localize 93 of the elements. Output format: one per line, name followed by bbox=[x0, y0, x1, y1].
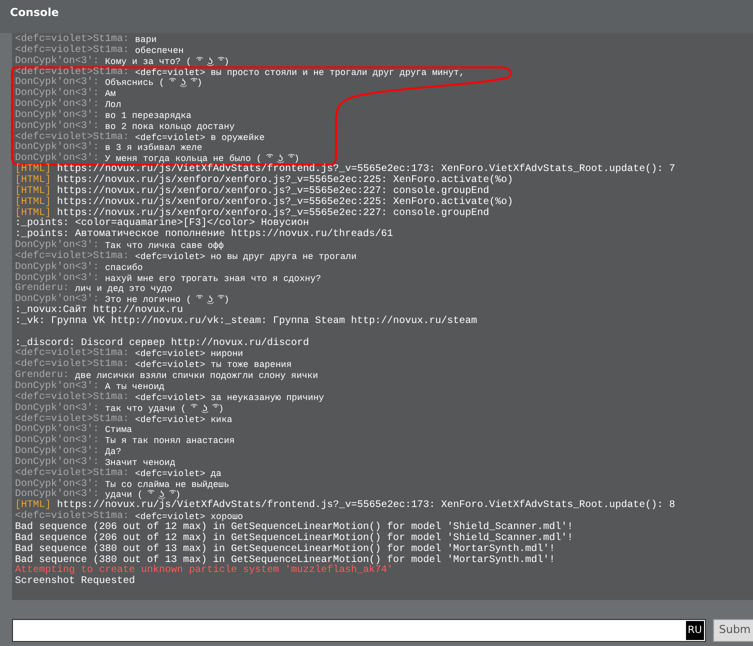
chat-message: Так что личка саве офф bbox=[105, 241, 224, 252]
log-message: :_discord: Discord сервер http://novux.ru/discord bbox=[15, 338, 310, 349]
player-name: DonCypk'on<3': bbox=[15, 480, 100, 490]
log-message: Bad sequence (380 out of 13 max) in GetSequenceLinearMotion() for model 'MortarSynth.mdl'! bbox=[15, 544, 556, 555]
language-indicator: RU bbox=[686, 621, 704, 640]
chat-message: во 2 пока кольцо достану bbox=[105, 122, 235, 132]
player-name: <defc=violet>St1ma: bbox=[15, 414, 130, 425]
chat-message: во 1 перезарядка bbox=[105, 110, 192, 122]
player-name: DonCypk'on<3': bbox=[15, 458, 100, 468]
log-message: Bad sequence (206 out of 12 max) in GetSequenceLinearMotion() for model 'Shield_Scanner.mdl'! bbox=[15, 534, 574, 544]
chat-message: <defc=violet> кика bbox=[135, 414, 232, 426]
player-name: DonCypk'on<3': bbox=[15, 110, 100, 121]
chat-message: нахуй мне его трогать зная что я сдохну? bbox=[105, 274, 322, 284]
player-name: DonCypk'on<3': bbox=[15, 241, 100, 252]
chat-message: обеспечен bbox=[135, 46, 184, 57]
player-name: DonCypk'on<3': bbox=[15, 122, 100, 132]
log-message: https://novux.ru/js/VietXfAdvStats/frontend.js?_v=5565e2ec:173: XenForo.VietXfAdvStats_Root.update(): 7 bbox=[57, 165, 676, 176]
chat-message: Значит ченоид bbox=[105, 458, 176, 468]
chat-message: <defc=violet> но вы друг друга не трогали bbox=[135, 252, 356, 263]
log-message: https://novux.ru/js/xenforo/xenforo.js?_v=5565e2ec:225: XenForo.activate(%o) bbox=[57, 198, 514, 208]
error-message: Attempting to create unknown particle system 'muzzleflash_ak74' bbox=[15, 566, 394, 576]
player-name: DonCypk'on<3': bbox=[15, 89, 100, 100]
player-name: <defc=violet>St1ma: bbox=[15, 132, 130, 143]
player-name: DonCypk'on<3': bbox=[15, 78, 100, 88]
player-name: DonCypk'on<3': bbox=[15, 295, 100, 306]
player-name: DonCypk'on<3': bbox=[15, 382, 100, 392]
log-message: :_vk: Группа VK http://novux.ru/vk:_steam: Группа Steam http://novux.ru/steam bbox=[15, 316, 478, 328]
player-name: Grenderu: bbox=[15, 371, 70, 382]
player-name: <defc=violet>St1ma: bbox=[15, 512, 130, 522]
input-field[interactable]: RU bbox=[12, 619, 706, 642]
chat-message: удачи ( ͡° ͜ʖ ͡°) bbox=[105, 490, 181, 500]
log-message: :_novux:Сайт http://novux.ru bbox=[15, 306, 184, 316]
chat-message: Объяснись ( ͡° ͜ʖ ͡°) bbox=[105, 78, 202, 90]
player-name: DonCypk'on<3': bbox=[15, 56, 100, 67]
html-tag: [HTML] bbox=[15, 208, 52, 220]
chat-message: спасибо bbox=[105, 262, 143, 274]
chat-message: лич и дед это чудо bbox=[75, 284, 172, 294]
chat-message: Ты со слайма не выйдешь bbox=[105, 480, 230, 490]
player-name: <defc=violet>St1ma: bbox=[15, 68, 130, 78]
chat-message: так что удачи ( ͡° ͜ʖ ͡°) bbox=[105, 404, 224, 414]
submit-button[interactable]: Subm bbox=[713, 619, 753, 642]
player-name: <defc=violet>St1ma: bbox=[15, 252, 130, 262]
chat-message: <defc=violet> за неуказаную причину bbox=[135, 392, 324, 404]
chat-message: две лисички взяли спички подожгли слону яички bbox=[75, 371, 318, 382]
log-message: Bad sequence (206 out of 12 max) in GetSequenceLinearMotion() for model 'Shield_Scanner.mdl'! bbox=[15, 522, 574, 533]
chat-message: Ты я так понял анастасия bbox=[105, 436, 235, 448]
player-name: <defc=violet>St1ma: bbox=[15, 468, 130, 479]
player-name: <defc=violet>St1ma: bbox=[15, 360, 130, 370]
chat-message: <defc=violet> нирони bbox=[135, 349, 244, 360]
chat-message: Это не логично ( ͡° ͜ʖ ͡°) bbox=[105, 295, 230, 306]
log-message: https://novux.ru/js/VietXfAdvStats/frontend.js?_v=5565e2ec:173: XenForo.VietXfAdvStats_Root.update(): 8 bbox=[57, 501, 676, 512]
player-name: DonCypk'on<3': bbox=[15, 274, 100, 284]
player-name: Grenderu: bbox=[15, 284, 70, 294]
log-message: Bad sequence (380 out of 13 max) in GetSequenceLinearMotion() for model 'MortarSynth.mdl'! bbox=[15, 556, 556, 566]
chat-message: <defc=violet> да bbox=[135, 468, 222, 480]
window-title: Console bbox=[0, 0, 753, 33]
chat-message: У меня тогда кольца не было ( ͡° ͜ʖ ͡°) bbox=[105, 154, 300, 164]
player-name: <defc=violet>St1ma: bbox=[15, 46, 130, 56]
log-message: https://novux.ru/js/xenforo/xenforo.js?_v=5565e2ec:227: console.groupEnd bbox=[57, 186, 490, 197]
chat-message: <defc=violet> ты тоже варения bbox=[135, 360, 292, 372]
html-tag: [HTML] bbox=[15, 165, 52, 176]
player-name: <defc=violet>St1ma: bbox=[15, 349, 130, 360]
chat-message: в 3 я избивал желе bbox=[105, 143, 202, 154]
player-name: <defc=violet>St1ma: bbox=[15, 392, 130, 403]
chat-message: <defc=violet> в оружейке bbox=[135, 132, 265, 143]
player-name: DonCypk'on<3': bbox=[15, 154, 100, 164]
chat-message: Ам bbox=[105, 89, 116, 100]
player-name: DonCypk'on<3': bbox=[15, 262, 100, 273]
player-name: DonCypk'on<3': bbox=[15, 404, 100, 414]
player-name: DonCypk'on<3': bbox=[15, 490, 100, 500]
log-message: Screenshot Requested bbox=[15, 577, 136, 588]
chat-message: Кому и за что? ( ͡° ͜ʖ ͡°) bbox=[105, 56, 230, 67]
html-tag: [HTML] bbox=[15, 501, 52, 512]
player-name: DonCypk'on<3': bbox=[15, 100, 100, 110]
chat-message: А ты ченоид bbox=[105, 382, 164, 392]
log-message: https://novux.ru/js/xenforo/xenforo.js?_v=5565e2ec:227: console.groupEnd bbox=[57, 208, 490, 218]
log-message: :_points: <color=aquamarine>[F3]</color> Новусион bbox=[15, 219, 310, 230]
html-tag: [HTML] bbox=[15, 198, 52, 208]
player-name: DonCypk'on<3': bbox=[15, 447, 100, 458]
player-name: DonCypk'on<3': bbox=[15, 425, 100, 436]
chat-message: вари bbox=[135, 35, 157, 46]
player-name: <defc=violet>St1ma: bbox=[15, 35, 130, 45]
html-tag: [HTML] bbox=[15, 176, 52, 187]
html-tag: [HTML] bbox=[15, 186, 52, 198]
log-message: https://novux.ru/js/xenforo/xenforo.js?_v=5565e2ec:225: XenForo.activate(%o) bbox=[57, 176, 514, 186]
chat-message: Лол bbox=[105, 100, 122, 111]
player-name: DonCypk'on<3': bbox=[15, 143, 100, 154]
log-message: :_points: Автоматическое пополнение https://novux.ru/threads/61 bbox=[15, 230, 394, 240]
chat-message: Да? bbox=[105, 447, 122, 458]
chat-message: <defc=violet> вы просто стояли и не трогали друг друга минут, bbox=[135, 68, 464, 78]
player-name: DonCypk'on<3': bbox=[15, 436, 100, 446]
chat-message: <defc=violet> хорошо bbox=[135, 512, 244, 522]
chat-message: Стима bbox=[105, 425, 132, 436]
